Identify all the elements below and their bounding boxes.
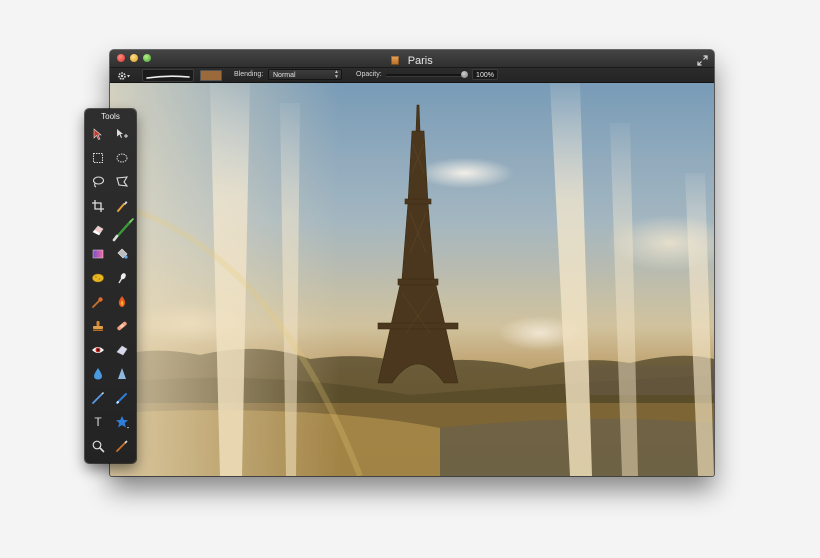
smudge-icon[interactable]	[113, 269, 131, 287]
gradient-icon[interactable]	[89, 245, 107, 263]
brush-preview[interactable]	[142, 69, 194, 82]
shape-star-icon[interactable]	[113, 413, 131, 431]
brush-icon[interactable]	[111, 217, 135, 243]
pen-icon[interactable]	[89, 389, 107, 407]
image-canvas[interactable]	[110, 83, 714, 476]
opacity-label: Opacity:	[356, 71, 382, 78]
pencil-icon[interactable]	[113, 389, 131, 407]
window-title-area: Paris	[110, 51, 714, 67]
burn-icon[interactable]	[89, 293, 107, 311]
fullscreen-icon[interactable]	[697, 53, 708, 66]
blending-label: Blending:	[234, 71, 264, 78]
tools-panel-title: Tools	[101, 112, 120, 121]
sponge-icon[interactable]	[89, 269, 107, 287]
gear-icon[interactable]	[117, 69, 131, 81]
move-icon[interactable]	[89, 125, 107, 143]
paris-photo	[110, 83, 714, 476]
eyedropper-icon[interactable]	[113, 197, 131, 215]
blending-mode-value: Normal	[273, 72, 296, 79]
polygon-lasso-icon[interactable]	[113, 173, 131, 191]
lasso-icon[interactable]	[89, 173, 107, 191]
type-tool-glyph: T	[94, 415, 102, 429]
sharpen-eraser-icon[interactable]	[113, 341, 131, 359]
selection-move-icon[interactable]	[113, 125, 131, 143]
dodge-icon[interactable]	[113, 293, 131, 311]
opacity-slider-track[interactable]	[386, 74, 468, 76]
red-eye-icon[interactable]	[89, 341, 107, 359]
opacity-slider-knob[interactable]	[461, 71, 468, 78]
brush-color-swatch[interactable]	[200, 70, 222, 81]
tools-panel: Tools T	[85, 109, 136, 463]
type-icon[interactable]: T	[89, 413, 107, 431]
document-icon	[391, 56, 400, 65]
zoom-icon[interactable]	[89, 437, 107, 455]
clone-stamp-icon[interactable]	[89, 317, 107, 335]
window-title: Paris	[407, 55, 433, 67]
select-arrows-icon: ▲ ▼	[334, 69, 339, 80]
eraser-icon[interactable]	[89, 221, 107, 239]
paint-bucket-icon[interactable]	[113, 245, 131, 263]
ellipse-marquee-icon[interactable]	[113, 149, 131, 167]
color-picker-brush-icon[interactable]	[113, 437, 131, 455]
blending-mode-select[interactable]: Normal ▲ ▼	[268, 69, 342, 80]
bandage-icon[interactable]	[113, 317, 131, 335]
sharpen-cone-icon[interactable]	[113, 365, 131, 383]
title-bar: Paris	[110, 50, 714, 68]
opacity-value-field[interactable]: 100%	[472, 69, 498, 80]
blur-drop-icon[interactable]	[89, 365, 107, 383]
editor-window: Paris Blending: Normal ▲ ▼ Opacity: 100%	[110, 50, 714, 476]
crop-icon[interactable]	[89, 197, 107, 215]
options-toolbar: Blending: Normal ▲ ▼ Opacity: 100%	[110, 68, 714, 83]
rect-marquee-icon[interactable]	[89, 149, 107, 167]
